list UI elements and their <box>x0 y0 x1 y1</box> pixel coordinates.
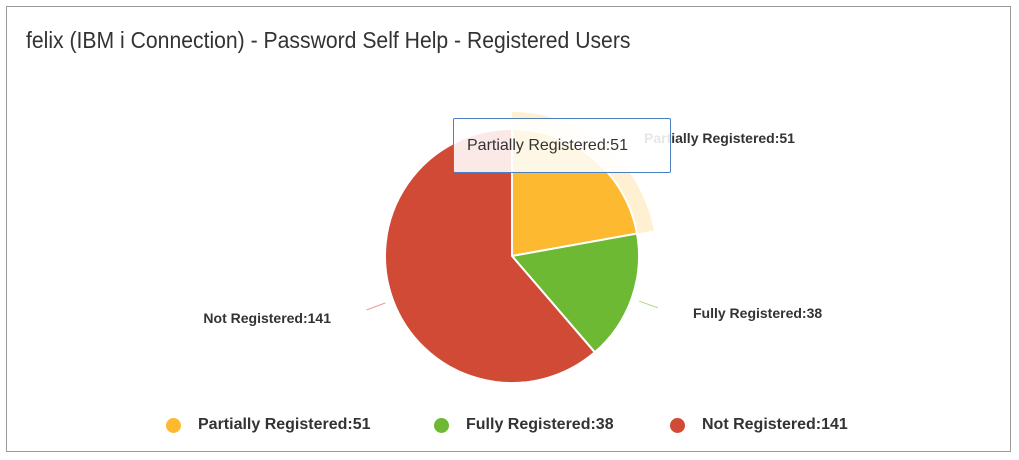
legend-item-partially-registered[interactable]: Partially Registered:51 <box>166 414 371 436</box>
legend-label-partially-registered: Partially Registered:51 <box>198 416 371 433</box>
connector-not-registered <box>366 302 386 311</box>
legend-label-fully-registered: Fully Registered:38 <box>466 416 614 433</box>
legend-item-fully-registered[interactable]: Fully Registered:38 <box>434 414 614 436</box>
data-label-fully-registered: Fully Registered:38 <box>693 305 822 321</box>
legend-label-not-registered: Not Registered:141 <box>702 416 848 433</box>
connector-fully-registered <box>639 300 659 309</box>
legend-dot-partially-registered <box>166 417 181 433</box>
legend-dot-fully-registered <box>434 417 449 433</box>
pie-chart: Partially Registered:51 Fully Registered:… <box>203 112 822 384</box>
tooltip-text: Partially Registered:51 <box>467 136 628 154</box>
data-label-not-registered: Not Registered:141 <box>203 310 331 326</box>
legend-item-not-registered[interactable]: Not Registered:141 <box>670 414 848 436</box>
legend-dot-not-registered <box>670 417 685 433</box>
chart-tooltip: Partially Registered:51 <box>453 118 671 173</box>
